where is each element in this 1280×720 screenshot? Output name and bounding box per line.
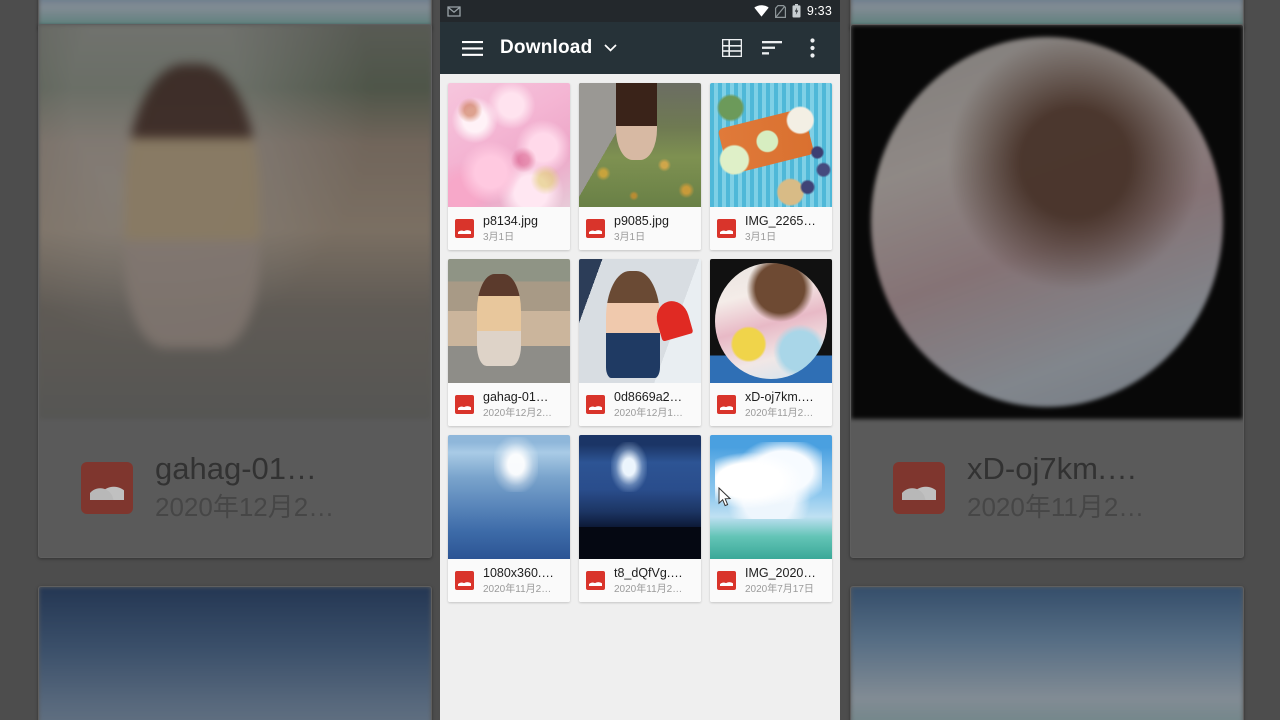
chevron-down-icon[interactable] xyxy=(604,39,617,57)
status-bar: 9:33 xyxy=(440,0,840,22)
image-file-icon xyxy=(717,395,736,414)
background-card-xd: xD-oj7km.… 2020年11月2… xyxy=(850,24,1244,558)
file-grid-container[interactable]: p8134.jpg 3月1日 p9085.jpg 3月1日 IMG_2265… … xyxy=(440,74,840,720)
file-name: 1080x360.… xyxy=(483,565,554,580)
sim-card-alert-icon xyxy=(774,4,786,18)
thumbnail-image[interactable] xyxy=(579,83,701,207)
background-card-gahag: gahag-01… 2020年12月2… xyxy=(38,24,432,558)
file-date: 3月1日 xyxy=(614,231,646,243)
grid-item-meta: IMG_2020… 2020年7月17日 xyxy=(710,559,832,602)
background-file-name: xD-oj7km.… xyxy=(967,451,1138,487)
file-name: 0d8669a2… xyxy=(614,389,683,404)
grid-item[interactable]: 0d8669a2… 2020年12月1… xyxy=(579,259,701,426)
image-file-icon xyxy=(717,219,736,238)
thumbnail-image[interactable] xyxy=(579,259,701,383)
grid-item-meta: p8134.jpg 3月1日 xyxy=(448,207,570,250)
file-date: 3月1日 xyxy=(745,231,777,243)
file-date: 2020年11月2… xyxy=(745,407,814,419)
grid-item-meta: IMG_2265… 3月1日 xyxy=(710,207,832,250)
phone-screen: 9:33 Download p8134.jpg 3月1日 p9085.jpg 3… xyxy=(440,0,840,720)
file-name: p8134.jpg xyxy=(483,213,538,228)
grid-item[interactable]: IMG_2020… 2020年7月17日 xyxy=(710,435,832,602)
grid-item-meta: 0d8669a2… 2020年12月1… xyxy=(579,383,701,426)
background-file-date: 2020年11月2… xyxy=(967,492,1145,523)
background-card-sky xyxy=(38,586,432,720)
grid-item-meta: xD-oj7km.… 2020年11月2… xyxy=(710,383,832,426)
image-file-icon xyxy=(586,219,605,238)
background-thumbnail xyxy=(39,587,431,720)
file-grid: p8134.jpg 3月1日 p9085.jpg 3月1日 IMG_2265… … xyxy=(448,83,832,602)
file-name: p9085.jpg xyxy=(614,213,669,228)
file-name: IMG_2020… xyxy=(745,565,816,580)
file-date: 2020年7月17日 xyxy=(745,583,814,595)
background-pane-left: gahag-01… 2020年12月2… xyxy=(0,0,440,720)
file-name: t8_dQfVg.… xyxy=(614,565,683,580)
grid-item[interactable]: t8_dQfVg.… 2020年11月2… xyxy=(579,435,701,602)
wifi-icon xyxy=(754,5,769,17)
grid-item[interactable]: p9085.jpg 3月1日 xyxy=(579,83,701,250)
file-name: gahag-01… xyxy=(483,389,549,404)
background-file-name: gahag-01… xyxy=(155,451,318,487)
image-file-icon xyxy=(586,395,605,414)
file-date: 2020年11月2… xyxy=(614,583,683,595)
sort-icon[interactable] xyxy=(752,28,792,68)
grid-item-meta: p9085.jpg 3月1日 xyxy=(579,207,701,250)
folder-selector[interactable]: Download xyxy=(500,37,617,59)
thumbnail-image[interactable] xyxy=(710,435,832,559)
file-name: xD-oj7km.… xyxy=(745,389,814,404)
image-file-icon xyxy=(893,462,945,514)
grid-item-meta: 1080x360.… 2020年11月2… xyxy=(448,559,570,602)
background-pane-right: xD-oj7km.… 2020年11月2… xyxy=(840,0,1280,720)
thumbnail-image[interactable] xyxy=(710,259,832,383)
gmail-icon xyxy=(447,5,461,17)
overflow-menu-icon[interactable] xyxy=(792,28,832,68)
background-card-meta: xD-oj7km.… 2020年11月2… xyxy=(851,419,1243,557)
hamburger-menu-icon[interactable] xyxy=(452,28,492,68)
background-file-date: 2020年12月2… xyxy=(155,492,335,523)
image-file-icon xyxy=(455,219,474,238)
thumbnail-image[interactable] xyxy=(710,83,832,207)
background-thumbnail xyxy=(851,587,1243,720)
screen: gahag-01… 2020年12月2… xD-oj7km.… 2020年11月… xyxy=(0,0,1280,720)
image-file-icon xyxy=(81,462,133,514)
grid-item[interactable]: p8134.jpg 3月1日 xyxy=(448,83,570,250)
app-bar: Download xyxy=(440,22,840,74)
grid-item-meta: t8_dQfVg.… 2020年11月2… xyxy=(579,559,701,602)
background-card-meta: gahag-01… 2020年12月2… xyxy=(39,419,431,557)
app-bar-title: Download xyxy=(500,37,593,58)
thumbnail-image[interactable] xyxy=(579,435,701,559)
background-thumbnail xyxy=(851,25,1243,419)
grid-item-meta: gahag-01… 2020年12月2… xyxy=(448,383,570,426)
file-date: 3月1日 xyxy=(483,231,515,243)
image-file-icon xyxy=(455,395,474,414)
thumbnail-image[interactable] xyxy=(448,83,570,207)
thumbnail-image[interactable] xyxy=(448,259,570,383)
file-date: 2020年11月2… xyxy=(483,583,552,595)
grid-item[interactable]: gahag-01… 2020年12月2… xyxy=(448,259,570,426)
file-date: 2020年12月2… xyxy=(483,407,552,419)
image-file-icon xyxy=(717,571,736,590)
status-bar-clock: 9:33 xyxy=(806,4,832,18)
grid-item[interactable]: IMG_2265… 3月1日 xyxy=(710,83,832,250)
view-mode-icon[interactable] xyxy=(712,28,752,68)
grid-item[interactable]: 1080x360.… 2020年11月2… xyxy=(448,435,570,602)
background-card-cloud xyxy=(850,586,1244,720)
image-file-icon xyxy=(586,571,605,590)
grid-item[interactable]: xD-oj7km.… 2020年11月2… xyxy=(710,259,832,426)
battery-icon xyxy=(792,4,801,18)
image-file-icon xyxy=(455,571,474,590)
thumbnail-image[interactable] xyxy=(448,435,570,559)
file-date: 2020年12月1… xyxy=(614,407,683,419)
file-name: IMG_2265… xyxy=(745,213,816,228)
background-thumbnail xyxy=(39,25,431,419)
